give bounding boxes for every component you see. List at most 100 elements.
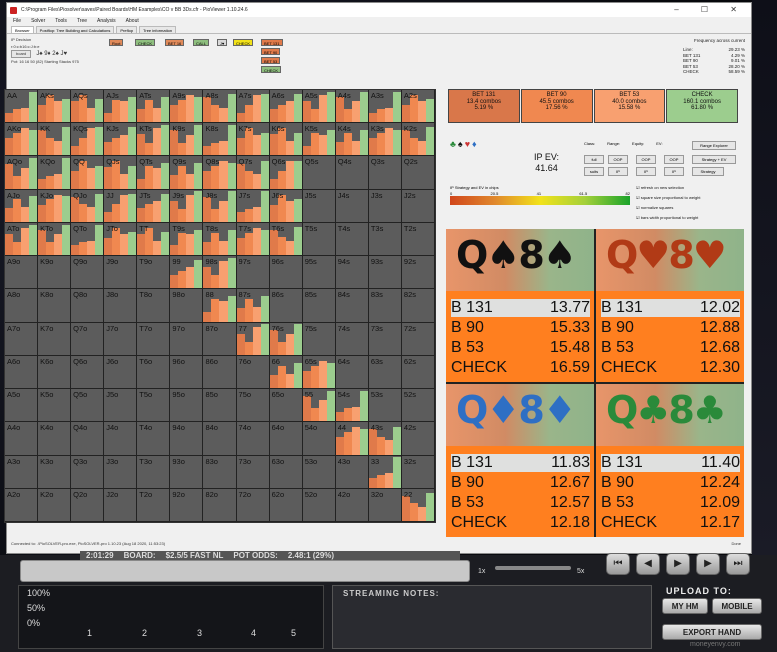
option-checkbox[interactable]: ☑ normalize squares	[636, 205, 673, 210]
hand-cell[interactable]: T2s	[401, 222, 435, 257]
hand-cell[interactable]: J7s	[236, 189, 270, 223]
hand-cell[interactable]: K7s	[236, 123, 270, 157]
hand-cell[interactable]: QJo	[71, 189, 105, 223]
hand-cell[interactable]: 52o	[302, 488, 336, 522]
hand-cell[interactable]: Q6s	[269, 156, 303, 190]
menu-item-analysis[interactable]: Analysis	[97, 17, 116, 26]
hand-cell[interactable]: 99	[170, 256, 204, 290]
hand-cell[interactable]: A5o	[5, 389, 39, 423]
hand-cell[interactable]: T4o	[137, 422, 171, 456]
hand-cell[interactable]: J8s	[203, 189, 237, 223]
hand-cell[interactable]: 82s	[401, 289, 435, 323]
hand-cell[interactable]: Q7s	[236, 156, 270, 190]
summary-bet-53[interactable]: BET 53 40.0 combos 15.58 %	[593, 89, 666, 123]
hand-cell[interactable]: 88	[203, 289, 237, 323]
tab-3[interactable]: Tree information	[139, 26, 177, 33]
heart-icon[interactable]: ♥	[465, 139, 472, 149]
hand-cell[interactable]: J3o	[104, 455, 138, 489]
hand-cell[interactable]: 86o	[203, 355, 237, 390]
hand-cell[interactable]: Q7o	[71, 322, 105, 356]
hand-cell[interactable]: 63o	[269, 455, 303, 489]
hand-cell[interactable]: 97s	[236, 256, 270, 290]
hand-cell[interactable]: 62o	[269, 488, 303, 522]
hand-cell[interactable]: A8o	[5, 289, 39, 323]
hand-cell[interactable]: 32s	[401, 455, 435, 489]
hand-cell[interactable]: Q9o	[71, 256, 105, 290]
hand-cell[interactable]: A2o	[5, 488, 39, 522]
hand-cell[interactable]: KK	[38, 123, 72, 157]
hand-cell[interactable]: A6s	[269, 90, 303, 124]
hand-cell[interactable]: A3o	[5, 455, 39, 489]
hand-cell[interactable]: T9s	[170, 222, 204, 257]
hand-cell[interactable]: Q8s	[203, 156, 237, 190]
hand-cell[interactable]: 96s	[269, 256, 303, 290]
hand-cell[interactable]: AJo	[5, 189, 39, 223]
hand-cell[interactable]: QQ	[71, 156, 105, 190]
hand-cell[interactable]: KTs	[137, 123, 171, 157]
range-explorer-button[interactable]: Range Explorer	[692, 141, 736, 150]
hand-cell[interactable]: 92s	[401, 256, 435, 290]
hand-cell[interactable]: J3s	[368, 189, 402, 223]
hand-cell[interactable]: K8o	[38, 289, 72, 323]
hand-cell[interactable]: T6s	[269, 222, 303, 257]
hand-cell[interactable]: 92o	[170, 488, 204, 522]
hand-cell[interactable]: 74o	[236, 422, 270, 456]
tree-node-6[interactable]: BET 131	[261, 39, 283, 46]
menu-item-about[interactable]: About	[126, 17, 139, 26]
hand-cell[interactable]: JJ	[104, 189, 138, 223]
hand-cell[interactable]: 96o	[170, 355, 204, 390]
tab-0[interactable]: Browser	[11, 26, 34, 33]
hand-cell[interactable]: 72o	[236, 488, 270, 522]
hand-cell[interactable]: Q6o	[71, 355, 105, 390]
hand-cell[interactable]: 95s	[302, 256, 336, 290]
hand-cell[interactable]: T5o	[137, 389, 171, 423]
hand-cell[interactable]: 73o	[236, 455, 270, 489]
hand-cell[interactable]: A6o	[5, 355, 39, 390]
hand-cell[interactable]: 66	[269, 355, 303, 390]
board-button[interactable]: board	[11, 50, 32, 58]
hand-cell[interactable]: 52s	[401, 389, 435, 423]
hand-cell[interactable]: Q4s	[335, 156, 369, 190]
hand-cell[interactable]: K9s	[170, 123, 204, 157]
hand-cell[interactable]: 83o	[203, 455, 237, 489]
hand-cell[interactable]: T7o	[137, 322, 171, 356]
hand-cell[interactable]: KTo	[38, 222, 72, 257]
tree-node-3[interactable]: CALL	[193, 39, 210, 46]
hand-cell[interactable]: 22	[401, 488, 435, 522]
hand-cell[interactable]: A8s	[203, 90, 237, 124]
hand-cell[interactable]: A4o	[5, 422, 39, 456]
hand-cell[interactable]: 75s	[302, 322, 336, 356]
hand-cell[interactable]: 77	[236, 322, 270, 356]
hand-cell[interactable]: 73s	[368, 322, 402, 356]
menu-item-file[interactable]: File	[13, 17, 21, 26]
hand-cell[interactable]: T6o	[137, 355, 171, 390]
tree-node-4[interactable]: J♥	[217, 39, 228, 46]
hand-cell[interactable]: 94o	[170, 422, 204, 456]
hand-cell[interactable]: JTo	[104, 222, 138, 257]
hand-cell[interactable]: 43o	[335, 455, 369, 489]
hand-cell[interactable]: 83s	[368, 289, 402, 323]
hand-cell[interactable]: AQo	[5, 156, 39, 190]
hand-cell[interactable]: T3o	[137, 455, 171, 489]
hand-cell[interactable]: J6s	[269, 189, 303, 223]
hand-cell[interactable]: K6s	[269, 123, 303, 157]
summary-bet-90[interactable]: BET 90 45.5 combos 17.56 %	[520, 89, 593, 123]
menu-item-tree[interactable]: Tree	[77, 17, 87, 26]
range-oop-button[interactable]: OOP	[608, 155, 628, 164]
hand-cell[interactable]: AA	[5, 90, 39, 124]
hand-cell[interactable]: K3s	[368, 123, 402, 157]
hand-cell[interactable]: A7s	[236, 90, 270, 124]
hand-cell[interactable]: AJs	[104, 90, 138, 124]
hand-cell[interactable]: KJs	[104, 123, 138, 157]
hand-cell[interactable]: 94s	[335, 256, 369, 290]
ev-oop-button[interactable]: OOP	[664, 155, 684, 164]
hand-cell[interactable]: T9o	[137, 256, 171, 290]
hand-cell[interactable]: 62s	[401, 355, 435, 390]
hand-cell[interactable]: A9s	[170, 90, 204, 124]
hand-cell[interactable]: J2s	[401, 189, 435, 223]
hand-cell[interactable]: J7o	[104, 322, 138, 356]
hand-cell[interactable]: 75o	[236, 389, 270, 423]
hand-cell[interactable]: KQs	[71, 123, 105, 157]
tree-node-5[interactable]: CHECK	[233, 39, 254, 46]
diamond-icon[interactable]: ♦	[472, 139, 479, 149]
